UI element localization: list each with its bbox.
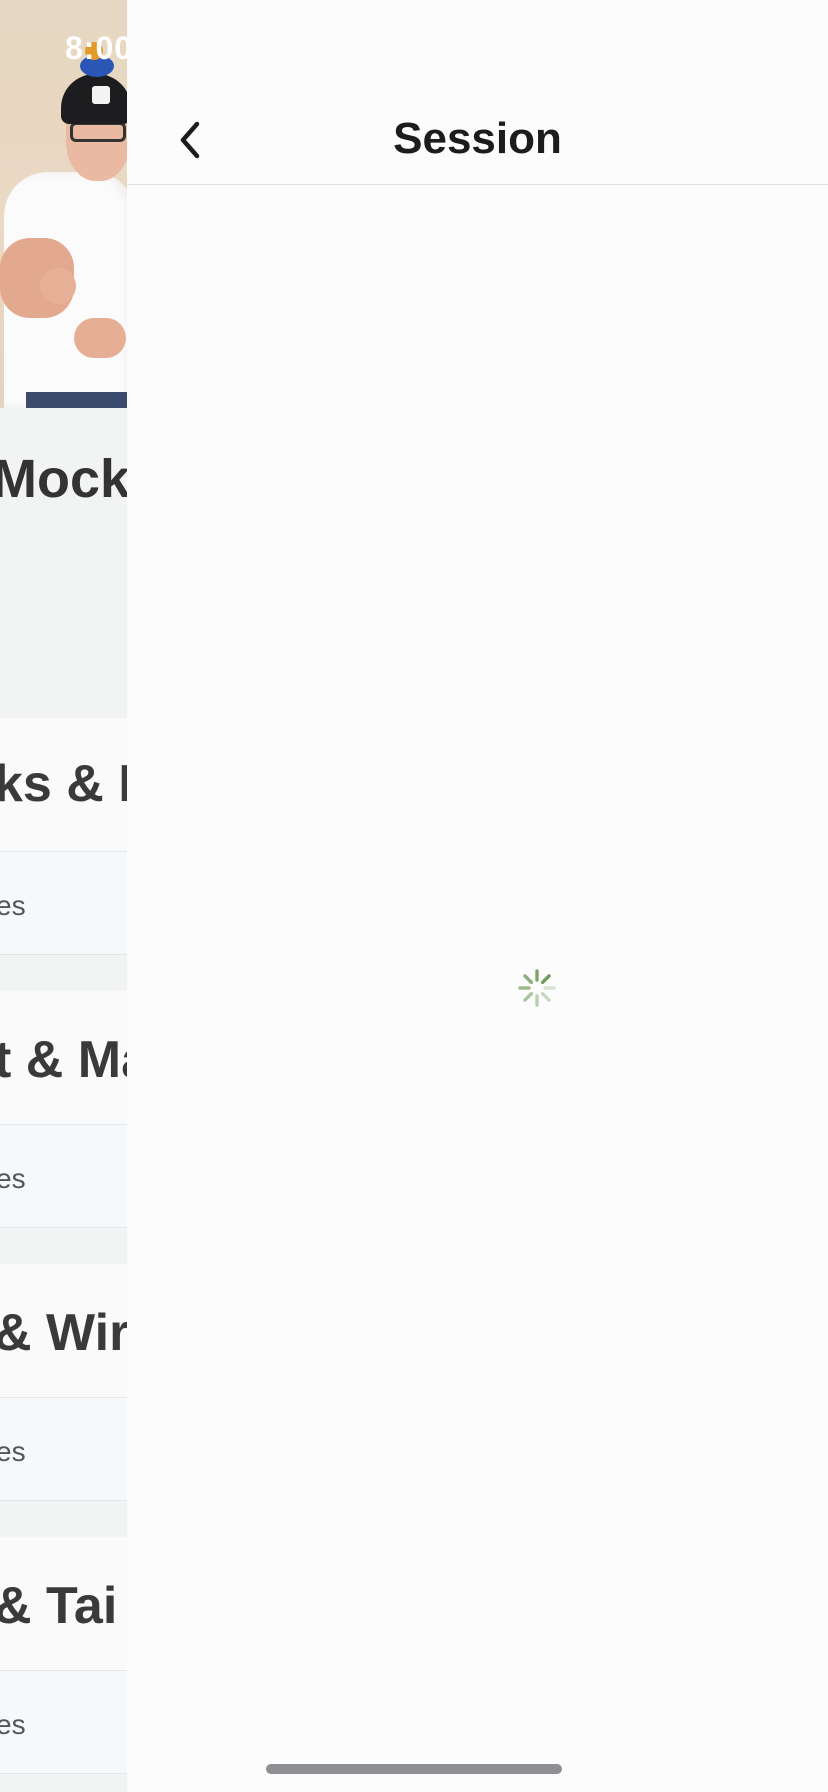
session-sheet: Session	[127, 0, 828, 1792]
person-hand	[74, 318, 126, 358]
section-row[interactable]: es	[0, 1397, 127, 1501]
section-row[interactable]: es	[0, 851, 127, 955]
background-title: Mock	[0, 449, 127, 509]
section-title: & Tai	[0, 1577, 118, 1635]
background-screen: 8:00 Mock ks & P es t & Ma es & Wir es &…	[0, 0, 127, 1792]
section-title: t & Ma	[0, 1031, 127, 1089]
hat-patch	[92, 86, 110, 104]
section-title: ks & P	[0, 755, 127, 813]
section-row-label: es	[0, 1436, 26, 1467]
section-row-label: es	[0, 890, 26, 921]
home-indicator[interactable]	[266, 1764, 562, 1774]
person-jeans	[26, 392, 127, 408]
loading-spinner-icon	[517, 968, 557, 1008]
spinner-spoke	[540, 991, 551, 1002]
section-row-label: es	[0, 1163, 26, 1194]
hero-photo: 8:00	[0, 0, 127, 408]
section-title: & Wir	[0, 1304, 127, 1362]
section-row-label: es	[0, 1709, 26, 1740]
page-title: Session	[393, 114, 562, 163]
spinner-spoke	[540, 974, 551, 985]
section-row[interactable]: es	[0, 1124, 127, 1228]
spinner-spoke	[523, 991, 534, 1002]
spinner-spoke	[523, 974, 534, 985]
section-row[interactable]: es	[0, 1670, 127, 1774]
status-time: 8:00	[65, 30, 127, 66]
navigation-bar: Session	[127, 0, 828, 185]
person-glasses	[70, 122, 126, 142]
person-fist	[40, 268, 76, 304]
